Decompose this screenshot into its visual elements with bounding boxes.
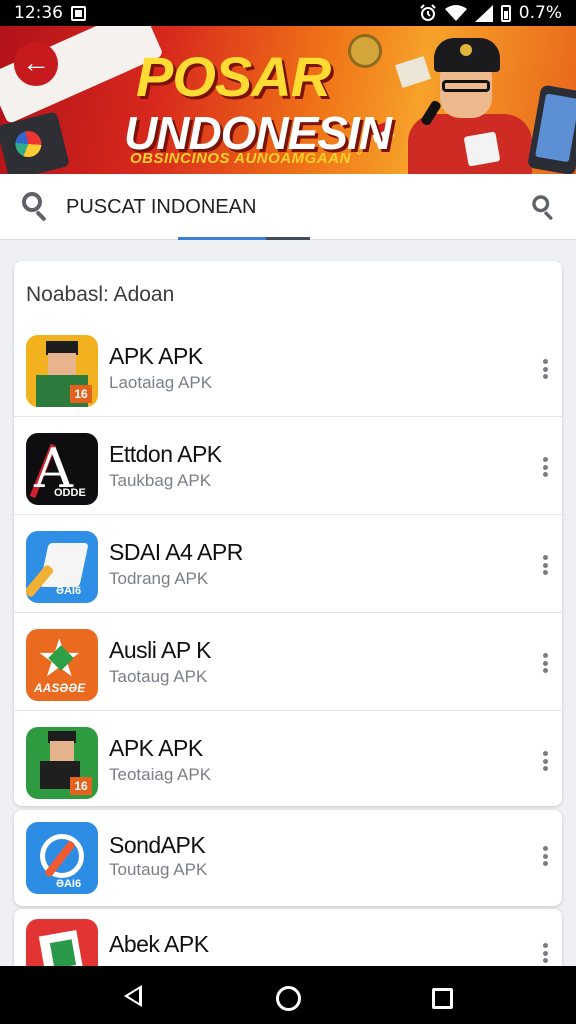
- list-item[interactable]: 16 APK APK Laotaiag APK: [14, 319, 562, 417]
- more-vert-icon[interactable]: [542, 555, 548, 575]
- medal-illustration: [348, 34, 382, 68]
- blocky-character-icon: 16: [26, 727, 98, 799]
- app-name: APK APK: [109, 343, 203, 369]
- app-subtitle: Todrang APK: [109, 569, 209, 588]
- list-item[interactable]: ƏAI6 SDAI A4 APR Todrang APK: [14, 515, 562, 613]
- paint-brush-icon: ƏAI6: [26, 531, 98, 603]
- app-name: Abek APK: [109, 931, 209, 957]
- blocky-character-icon: 16: [26, 335, 98, 407]
- more-vert-icon[interactable]: [542, 457, 548, 477]
- tab-indicator: [178, 237, 310, 240]
- app-subtitle: Taukbag APK: [109, 471, 212, 490]
- banner-subtitle: OBSINCINOS AUNOAMGAAN ˇ: [130, 150, 361, 167]
- search-icon[interactable]: [22, 192, 52, 222]
- app-subtitle: Taotaug APK: [109, 667, 208, 686]
- app-subtitle: Teotaiag APK: [109, 765, 212, 784]
- app-list-card: Noabasl: Adoan 16 APK APK Laotaiag APK A…: [14, 261, 562, 806]
- battery-icon: [500, 4, 511, 22]
- app-name: Ettdon APK: [109, 441, 222, 467]
- section-title: Noabasl: Adoan: [26, 283, 175, 306]
- list-item[interactable]: 16 APK APK Teotaiag APK: [14, 711, 562, 806]
- gallery-icon: [71, 5, 86, 21]
- back-button[interactable]: ←: [14, 42, 58, 86]
- letter-a-icon: A ODDE: [26, 433, 98, 505]
- more-vert-icon[interactable]: [542, 359, 548, 379]
- recents-square-icon[interactable]: [432, 988, 453, 1009]
- system-nav-bar: [0, 966, 576, 1024]
- app-list-card: ƏAI6 SondAPK Toutaug APK: [14, 810, 562, 906]
- list-item[interactable]: A ODDE Ettdon APK Taukbag APK: [14, 417, 562, 515]
- app-name: SondAPK: [109, 832, 206, 858]
- header-banner: POSAR UNDONESIN OBSINCINOS AUNOAMGAAN ˇ …: [0, 26, 576, 174]
- star-icon: ★AASƏƏE: [26, 629, 98, 701]
- search-brush-icon: ƏAI6: [26, 822, 98, 894]
- app-name: SDAI A4 APR: [109, 539, 243, 565]
- status-bar: 12:36 0.7%: [0, 0, 576, 26]
- back-triangle-icon[interactable]: [124, 985, 142, 1007]
- more-vert-icon[interactable]: [542, 943, 548, 963]
- wifi-icon: [444, 4, 467, 21]
- app-subtitle: Laotaiag APK: [109, 373, 213, 392]
- more-vert-icon[interactable]: [542, 751, 548, 771]
- arrow-left-icon: ←: [22, 47, 50, 78]
- status-time: 12:36: [14, 3, 63, 23]
- app-name: Ausli AP K: [109, 637, 211, 663]
- search-input[interactable]: PUSCAT INDONEAN: [66, 196, 256, 219]
- app-subtitle: Toutaug APK: [109, 860, 208, 879]
- banner-title-line1: POSAR: [136, 45, 331, 108]
- more-vert-icon[interactable]: [542, 846, 548, 866]
- more-vert-icon[interactable]: [542, 653, 548, 673]
- app-name: APK APK: [109, 735, 203, 761]
- list-item[interactable]: ★AASƏƏE Ausli AP K Taotaug APK: [14, 613, 562, 711]
- home-circle-icon[interactable]: [276, 986, 301, 1011]
- battery-percent: 0.7%: [518, 3, 562, 23]
- search-bar[interactable]: PUSCAT INDONEAN: [0, 174, 576, 240]
- list-item[interactable]: ƏAI6 SondAPK Toutaug APK: [14, 810, 562, 906]
- signal-icon: [474, 4, 493, 22]
- officer-illustration: [390, 38, 540, 174]
- search-submit-icon[interactable]: [532, 195, 558, 221]
- alarm-icon: [420, 4, 436, 21]
